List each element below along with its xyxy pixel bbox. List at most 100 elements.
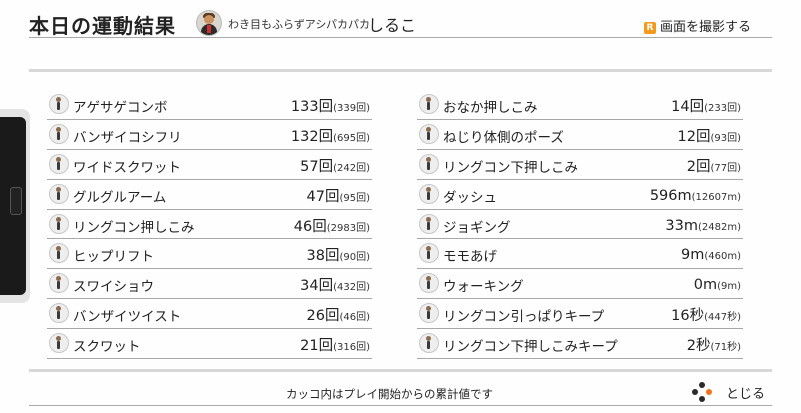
result-row: バンザイツイスト 26回(46回)	[47, 299, 372, 330]
result-row: スクワット 21回(316回)	[47, 329, 372, 360]
exercise-pose-icon	[49, 243, 69, 264]
result-row: ダッシュ 596m(12607m)	[417, 180, 743, 210]
exercise-name: スワイショウ	[73, 279, 154, 296]
result-row: バンザイコシフリ 132回(695回)	[47, 120, 372, 150]
exercise-total: (460m)	[704, 251, 741, 263]
exercise-pose-icon	[49, 273, 69, 294]
exercise-total: (71秒)	[710, 342, 741, 354]
result-row: リングコン押しこみ 46回(2983回)	[47, 210, 372, 240]
exercise-total: (77回)	[710, 162, 741, 174]
exercise-value: 2回	[686, 158, 711, 175]
exercise-name: ダッシュ	[443, 189, 497, 206]
exercise-total: (90回)	[339, 252, 370, 264]
exercise-value: 34回	[300, 278, 334, 295]
capture-screen-button[interactable]: R 画面を撮影する	[644, 16, 751, 35]
exercise-value: 133回	[290, 99, 334, 115]
exercise-pose-icon	[49, 183, 69, 204]
exercise-name: ワイドスクワット	[73, 159, 181, 176]
result-row: スワイショウ 34回(432回)	[47, 269, 372, 300]
exercise-total: (95回)	[339, 192, 370, 204]
exercise-value: 33m	[665, 217, 698, 234]
exercise-pose-icon	[49, 94, 69, 114]
cumulative-note: カッコ内はプレイ開始からの累計値です	[286, 387, 493, 401]
exercise-pose-icon	[419, 333, 439, 354]
result-row: ジョギング 33m(2482m)	[417, 210, 743, 240]
exercise-pose-icon	[49, 303, 69, 324]
exercise-total: (2482m)	[698, 221, 741, 233]
exercise-total: (447秒)	[704, 312, 741, 324]
exercise-value: 26回	[306, 308, 340, 325]
exercise-value: 14回	[671, 99, 705, 115]
exercise-value: 46回	[293, 218, 327, 235]
exercise-value: 57回	[300, 158, 334, 175]
top-band-divider	[29, 69, 772, 72]
exercise-name: ヒップリフト	[73, 249, 154, 266]
exercise-name: モモあげ	[443, 249, 497, 266]
result-row: おなか押しこみ 14回(233回)	[417, 90, 743, 120]
exercise-total: (9m)	[717, 281, 741, 293]
exercise-value: 596m	[649, 187, 692, 204]
exercise-value: 2秒	[686, 338, 711, 355]
exercise-pose-icon	[419, 243, 439, 264]
user-name: しるこ	[368, 16, 417, 35]
exercise-pose-icon	[419, 153, 439, 174]
exercise-total: (2983回)	[326, 222, 370, 234]
footer-divider	[29, 405, 772, 406]
exercise-pose-icon	[419, 123, 439, 144]
exercise-pose-icon	[49, 153, 69, 174]
exercise-name: ねじり体側のポーズ	[443, 129, 564, 146]
exercise-name: リングコン下押しこみキープ	[443, 339, 618, 356]
exercise-name: リングコン押しこみ	[73, 219, 195, 236]
result-row: グルグルアーム 47回(95回)	[47, 180, 372, 210]
exercise-name: おなか押しこみ	[443, 100, 538, 116]
exercise-name: ジョギング	[443, 219, 511, 236]
exercise-pose-icon	[49, 123, 69, 144]
exercise-name: スクワット	[73, 339, 141, 356]
header: 本日の運動結果 わき目もふらずアシパカパカ しるこ R 画面を撮影する	[0, 0, 801, 46]
controller-buttons-icon	[692, 382, 712, 402]
result-row: モモあげ 9m(460m)	[417, 239, 743, 270]
user-subtitle: わき目もふらずアシパカパカ	[228, 18, 371, 31]
bottom-band-divider	[29, 369, 772, 372]
results-list-left: アゲサゲコンボ 133回(339回) バンザイコシフリ 132回(695回) ワイド…	[47, 90, 372, 360]
result-row: ウォーキング 0m(9m)	[417, 269, 743, 300]
exercise-value: 12回	[677, 128, 711, 145]
exercise-value: 38回	[306, 248, 340, 265]
exercise-pose-icon	[419, 213, 439, 234]
result-row: ヒップリフト 38回(90回)	[47, 239, 372, 270]
close-label: とじる	[726, 387, 766, 402]
result-row: リングコン下押しこみ 2回(77回)	[417, 150, 743, 180]
side-device-graphic	[0, 109, 30, 303]
exercise-pose-icon	[419, 94, 439, 114]
result-row: リングコン引っぱりキープ 16秒(447秒)	[417, 299, 743, 330]
exercise-value: 9m	[681, 247, 705, 264]
exercise-name: アゲサゲコンボ	[73, 100, 168, 116]
page-title: 本日の運動結果	[29, 14, 176, 38]
exercise-value: 132回	[290, 128, 334, 145]
exercise-value: 16秒	[671, 308, 705, 325]
exercise-total: (339回)	[333, 103, 370, 114]
exercise-name: バンザイコシフリ	[73, 129, 182, 146]
exercise-pose-icon	[49, 213, 69, 234]
exercise-name: ウォーキング	[443, 279, 524, 296]
result-row: リングコン下押しこみキープ 2秒(71秒)	[417, 329, 743, 360]
exercise-name: バンザイツイスト	[73, 309, 182, 326]
header-divider	[29, 37, 772, 38]
exercise-total: (432回)	[333, 282, 370, 294]
r-button-icon: R	[644, 22, 656, 34]
exercise-total: (242回)	[333, 162, 370, 174]
exercise-value: 47回	[306, 188, 340, 205]
result-row: ワイドスクワット 57回(242回)	[47, 150, 372, 180]
exercise-pose-icon	[419, 303, 439, 324]
exercise-value: 0m	[693, 277, 718, 294]
results-list-right: おなか押しこみ 14回(233回) ねじり体側のポーズ 12回(93回) リングコン…	[417, 90, 743, 360]
exercise-pose-icon	[419, 183, 439, 204]
exercise-total: (695回)	[333, 132, 370, 144]
exercise-total: (93回)	[710, 132, 741, 144]
exercise-total: (46回)	[339, 312, 370, 324]
exercise-name: リングコン下押しこみ	[443, 159, 578, 176]
exercise-pose-icon	[419, 273, 439, 294]
exercise-pose-icon	[49, 333, 69, 354]
exercise-total: (316回)	[333, 342, 370, 354]
exercise-total: (12607m)	[691, 191, 741, 203]
